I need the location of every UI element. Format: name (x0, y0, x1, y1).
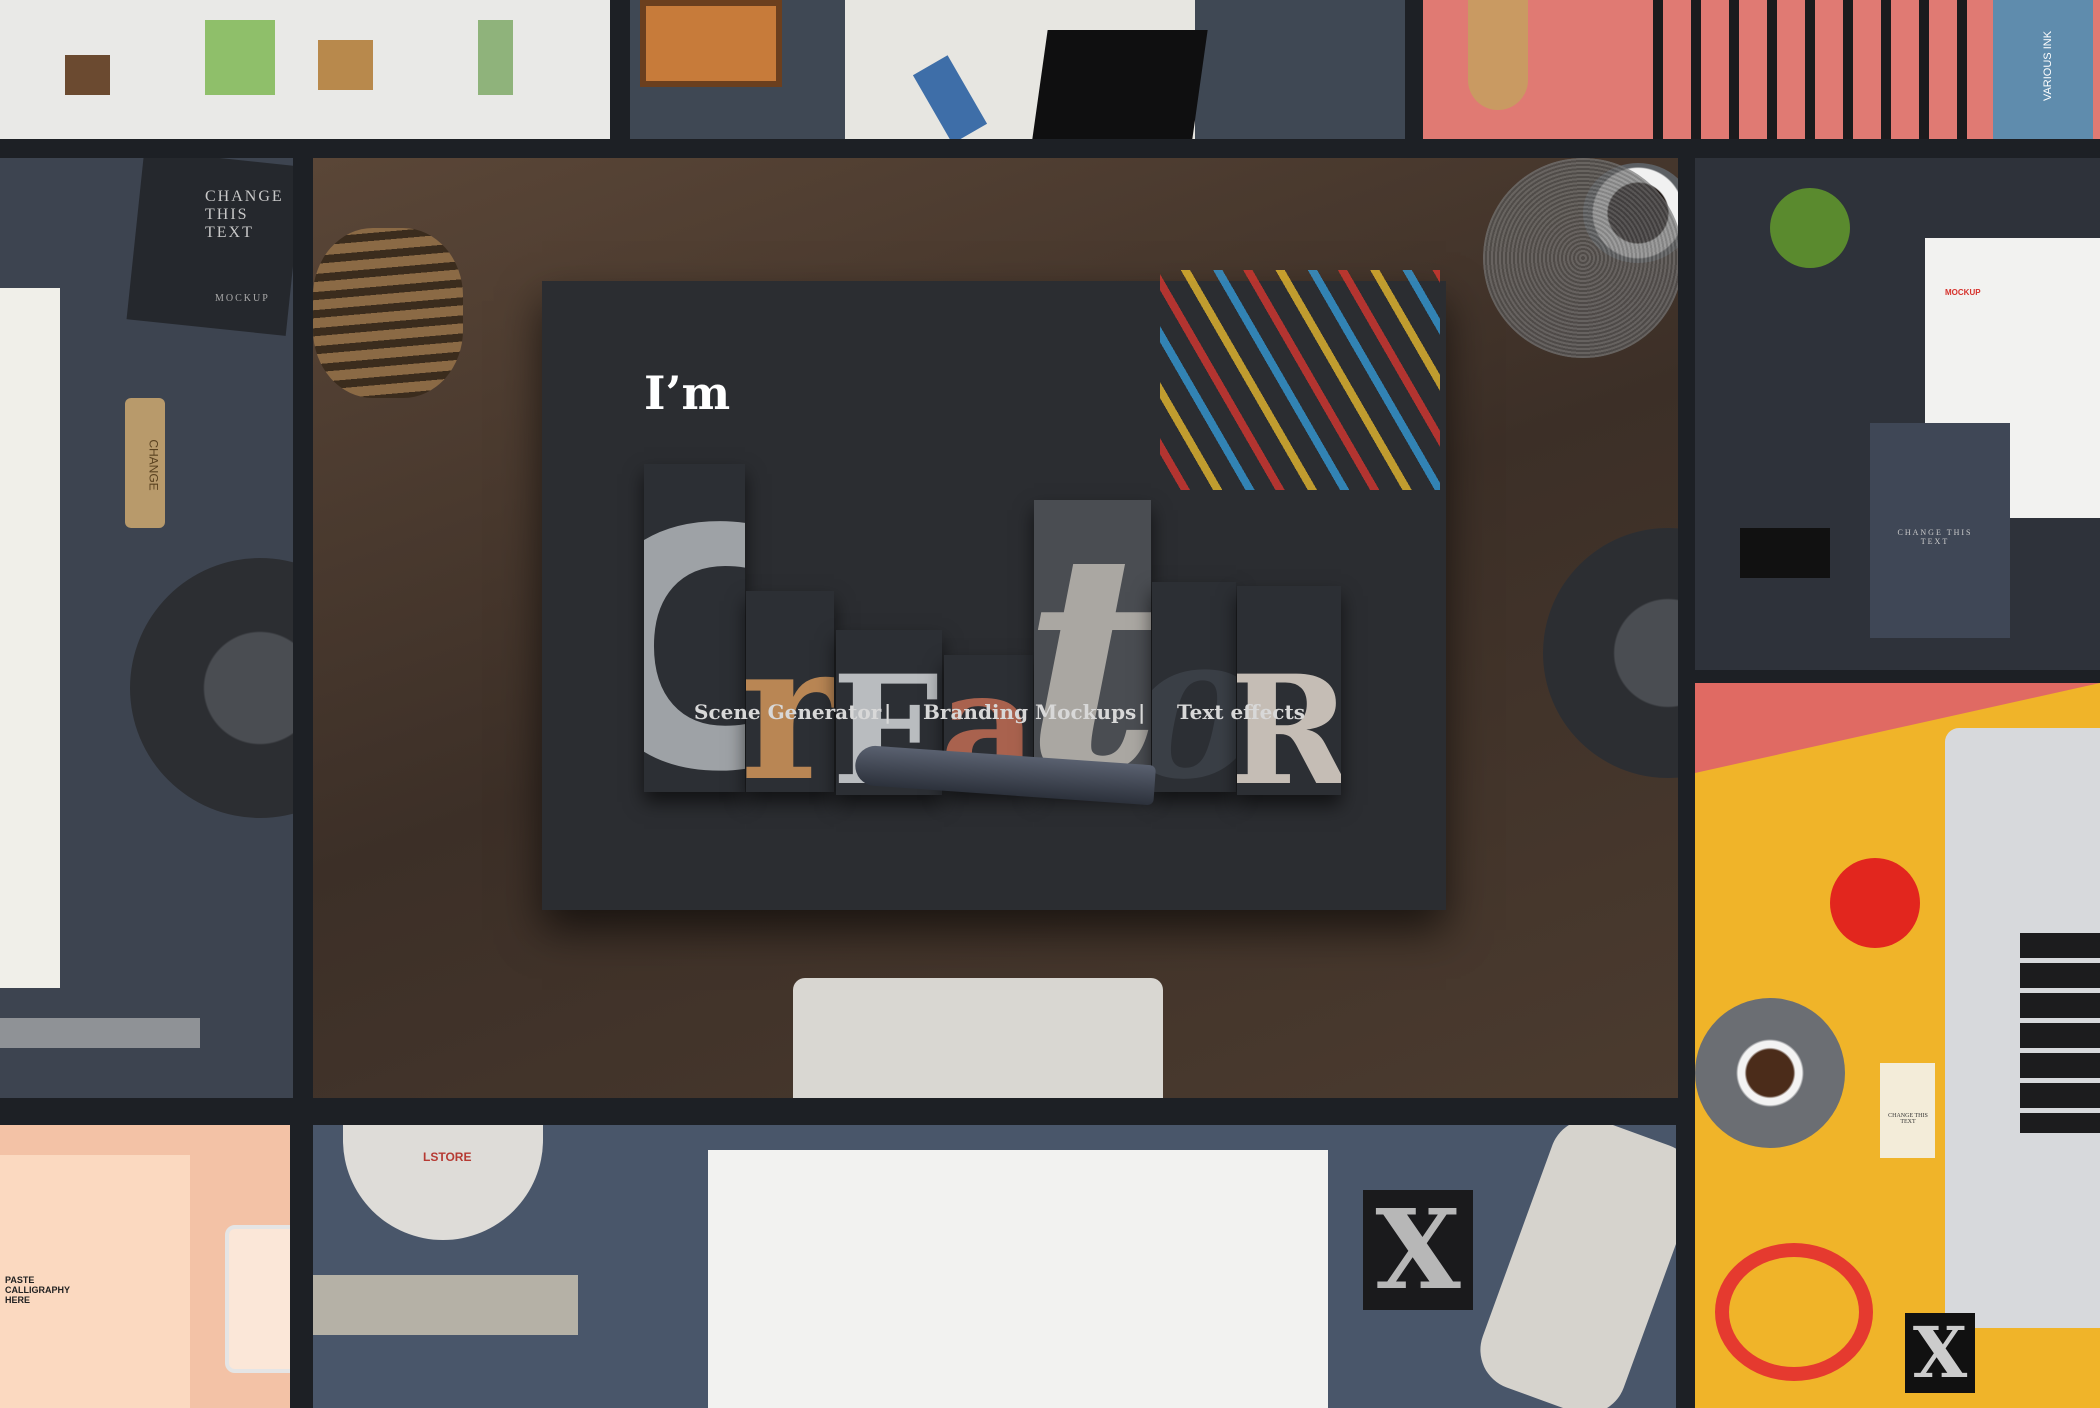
green-tag (478, 20, 513, 95)
gear (1543, 528, 1678, 778)
letter-block-r2: R (1237, 586, 1341, 795)
hang-tag (1880, 1063, 1935, 1158)
wooden-brush (1468, 0, 1528, 110)
spring (313, 228, 463, 398)
pens-panel: VARIOUS INK (1423, 0, 2100, 139)
business-card (126, 158, 293, 336)
keyboard (2020, 933, 2100, 1133)
cloth-bag (793, 978, 1163, 1098)
black-card (1032, 30, 1208, 139)
desk-tools-panel (630, 0, 1405, 139)
card-text: CHANGE THIS TEXT (205, 188, 284, 241)
pen-row (1653, 0, 1973, 139)
stamp (1740, 528, 1830, 578)
metal-bar (313, 1275, 578, 1335)
x-block: X (1363, 1190, 1473, 1310)
red-jar (1830, 858, 1920, 948)
kraft-box (318, 40, 373, 90)
laptop-panel: CHANGE THIS TEXT X (1695, 683, 2100, 1408)
calligraphy-panel: PASTE CALLIGRAPHY HERE (0, 1125, 290, 1408)
x-block: X (1905, 1313, 1975, 1393)
wallet (65, 55, 110, 95)
stationery-mockup-panel (0, 0, 610, 139)
brass-tag-text: CHANGE (146, 439, 161, 491)
phone (225, 1225, 290, 1373)
tape-roll (1483, 158, 1678, 358)
feature-text-effects: Text effects (1177, 700, 1305, 724)
pencils-panel: LSTORE X (313, 1125, 1676, 1408)
paper-stack (0, 288, 60, 988)
cap-logo: LSTORE (423, 1150, 472, 1164)
plant (1770, 188, 1850, 268)
card-subtext: MOCKUP (215, 293, 270, 304)
separator: | (1138, 700, 1146, 724)
paper-sheet (708, 1150, 1328, 1408)
letter-block-r: r (746, 591, 834, 792)
paste-text: PASTE CALLIGRAPHY HERE (5, 1275, 70, 1305)
cap (343, 1125, 543, 1240)
letter-block-o: o (1152, 582, 1236, 792)
ink-tube-label: VARIOUS INK (2042, 30, 2055, 102)
hang-tag-text: CHANGE THIS TEXT (1888, 1113, 1928, 1125)
letter-block-t: t (1034, 500, 1151, 790)
hero-prefix: I’m (644, 366, 731, 420)
letter-block-c: C (644, 464, 745, 792)
gear (130, 558, 293, 818)
colored-pencils (1160, 270, 1440, 490)
smartwatch (1715, 1243, 1873, 1381)
feature-scene-generator: Scene Generator (694, 700, 882, 724)
green-notebook (205, 20, 275, 95)
wooden-box (640, 0, 782, 87)
separator: | (884, 700, 892, 724)
pouch (1469, 1125, 1676, 1408)
caliper (0, 1018, 200, 1048)
folder-text: CHANGE THIS TEXT (1897, 528, 1973, 546)
tape-roll (1695, 998, 1845, 1148)
branding-panel: MOCKUP CHANGE THIS TEXT (1695, 158, 2100, 670)
industrial-mockup-panel: CHANGE THIS TEXT MOCKUP CHANGE (0, 158, 293, 1098)
letterhead-text: MOCKUP (1945, 288, 1981, 297)
feature-branding-mockups: Branding Mockups (923, 700, 1137, 724)
